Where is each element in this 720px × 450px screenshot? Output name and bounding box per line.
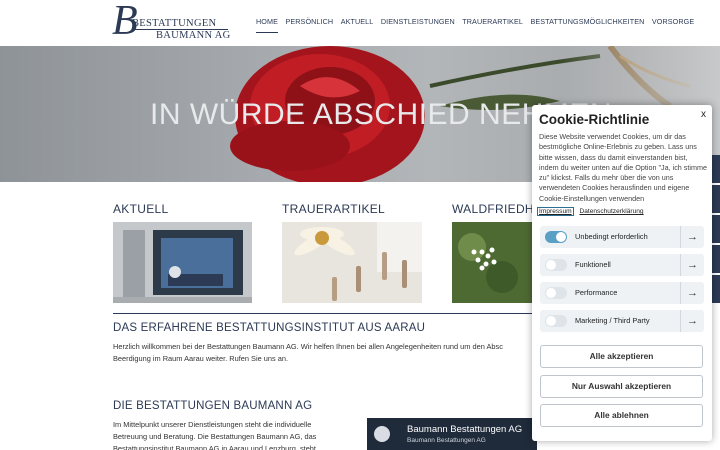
nav-persoenlich[interactable]: PERSÖNLICH [285, 17, 333, 33]
arrow-right-icon[interactable]: → [680, 254, 704, 276]
card-image-aktuell[interactable] [113, 222, 252, 303]
logo-line-2: BAUMANN AG [156, 30, 231, 41]
card-title-waldfriedhof[interactable]: WALDFRIEDHO [452, 202, 544, 216]
option-label: Marketing / Third Party [575, 316, 650, 325]
logo[interactable]: B BESTATTUNGEN BAUMANN AG [112, 0, 232, 42]
section-title-company: DIE BESTATTUNGEN BAUMANN AG [113, 400, 313, 412]
nav-home[interactable]: HOME [256, 17, 278, 33]
close-icon[interactable]: x [701, 109, 706, 120]
cookie-option-necessary: Unbedingt erforderlich → [540, 226, 704, 248]
arrow-right-icon[interactable]: → [680, 282, 704, 304]
site-header: B BESTATTUNGEN BAUMANN AG HOME PERSÖNLIC… [0, 0, 720, 46]
nav-aktuell[interactable]: AKTUELL [341, 17, 374, 33]
toggle-knob [546, 316, 556, 326]
section-divider [113, 313, 533, 314]
cookie-links: Impressum Datenschutzerklärung [537, 207, 649, 216]
toggle-marketing[interactable] [545, 315, 567, 327]
option-label: Unbedingt erforderlich [575, 232, 648, 241]
video-title[interactable]: Baumann Bestattungen AG [407, 424, 522, 435]
option-label: Performance [575, 288, 618, 297]
section-text-company: Im Mittelpunkt unserer Dienstleistungen … [113, 420, 317, 450]
cookie-option-performance: Performance → [540, 282, 704, 304]
cookie-option-marketing: Marketing / Third Party → [540, 310, 704, 332]
section-text-intro: Herzlich willkommen bei der Bestattungen… [113, 342, 503, 363]
option-label: Funktionell [575, 260, 611, 269]
channel-avatar[interactable] [374, 426, 390, 442]
cookie-dialog: x Cookie-Richtlinie Diese Website verwen… [532, 105, 712, 441]
toggle-functional[interactable] [545, 259, 567, 271]
datenschutz-link[interactable]: Datenschutzerklärung [579, 208, 643, 215]
card-image-waldfriedhof[interactable] [452, 222, 532, 303]
toggle-knob [556, 232, 566, 242]
logo-line-1: BESTATTUNGEN [132, 18, 217, 29]
section-title-intro: DAS ERFAHRENE BESTATTUNGSINSTITUT AUS AA… [113, 322, 426, 334]
card-image-trauerartikel[interactable] [282, 222, 422, 303]
cookie-option-functional: Funktionell → [540, 254, 704, 276]
nav-vorsorge[interactable]: VORSORGE [652, 17, 694, 33]
arrow-right-icon[interactable]: → [680, 226, 704, 248]
accept-all-button[interactable]: Alle akzeptieren [540, 345, 703, 368]
accept-selection-button[interactable]: Nur Auswahl akzeptieren [540, 375, 703, 398]
toggle-knob [546, 260, 556, 270]
video-subtitle: Baumann Bestattungen AG [407, 437, 486, 444]
toggle-knob [546, 288, 556, 298]
toggle-necessary[interactable] [545, 231, 567, 243]
main-nav: HOME PERSÖNLICH AKTUELL DIENSTLEISTUNGEN… [256, 17, 702, 33]
reject-all-button[interactable]: Alle ablehnen [540, 404, 703, 427]
arrow-right-icon[interactable]: → [680, 310, 704, 332]
impressum-link[interactable]: Impressum [537, 207, 574, 216]
cookie-title: Cookie-Richtlinie [539, 112, 650, 127]
nav-bestattungsmoeglichkeiten[interactable]: BESTATTUNGSMÖGLICHKEITEN [530, 17, 644, 33]
card-title-trauerartikel[interactable]: TRAUERARTIKEL [282, 202, 385, 216]
nav-trauerartikel[interactable]: TRAUERARTIKEL [462, 17, 523, 33]
card-title-aktuell[interactable]: AKTUELL [113, 202, 168, 216]
toggle-performance[interactable] [545, 287, 567, 299]
cookie-description: Diese Website verwendet Cookies, um dir … [539, 132, 707, 203]
video-embed[interactable]: Baumann Bestattungen AG Baumann Bestattu… [367, 418, 537, 450]
nav-dienstleistungen[interactable]: DIENSTLEISTUNGEN [381, 17, 455, 33]
